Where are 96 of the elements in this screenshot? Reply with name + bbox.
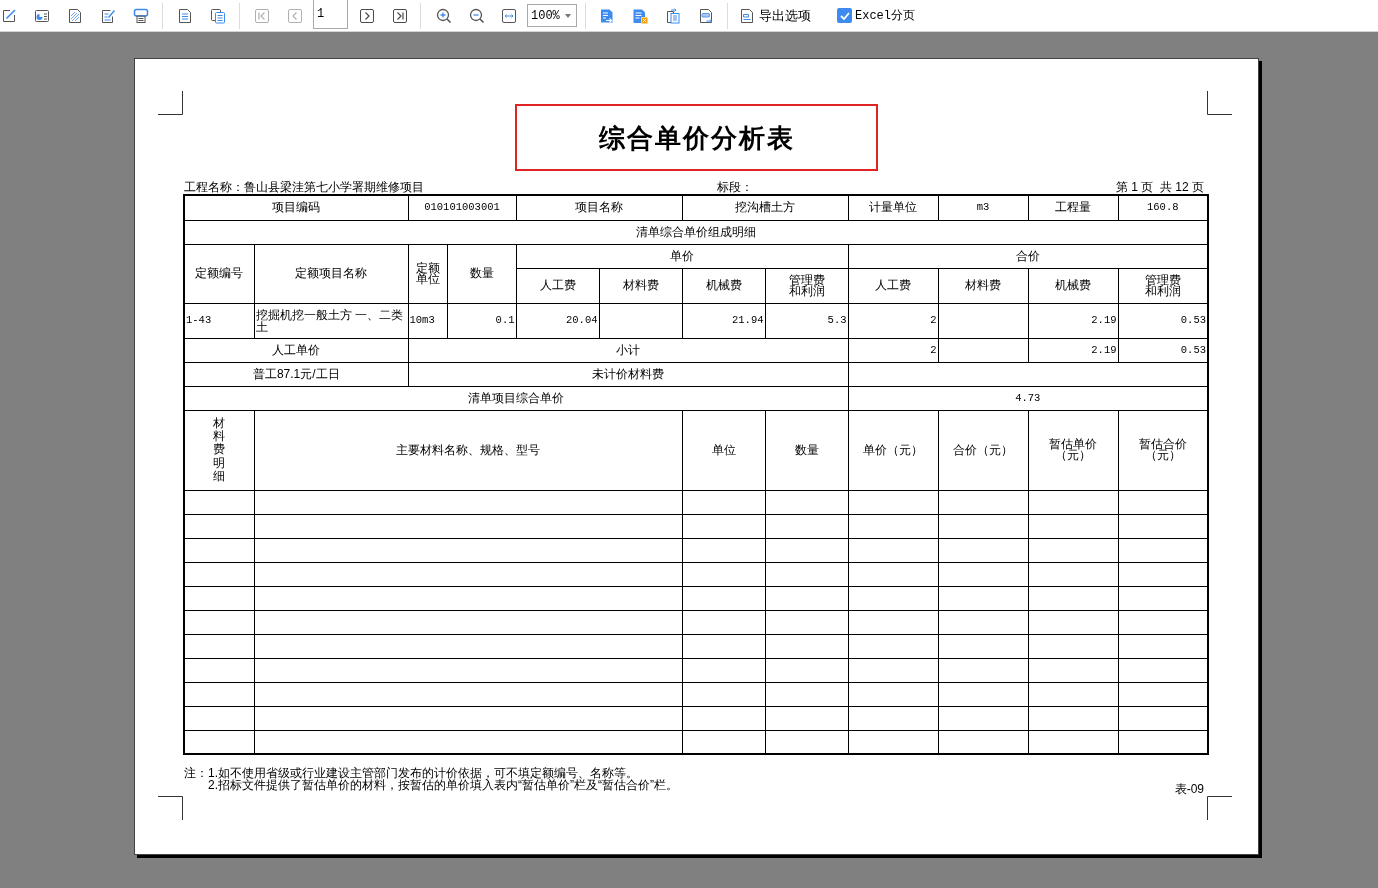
export-button[interactable] — [599, 7, 615, 24]
column-header: 单价（元） — [848, 410, 938, 490]
document-badge-icon — [698, 7, 714, 24]
note-text: 2.招标文件提供了暂估单价的材料，按暂估的单价填入表内“暂估单价”栏及“暂估合价”栏。 — [208, 779, 678, 791]
printer-icon — [133, 7, 149, 24]
hatched-page-icon — [67, 7, 83, 24]
crop-mark — [158, 796, 183, 820]
checkbox[interactable] — [837, 8, 852, 23]
field-label: 计量单位 — [848, 195, 938, 220]
edit-report-button[interactable] — [100, 7, 116, 24]
table-cell: 21.94 — [682, 303, 765, 338]
export-options-button[interactable]: 导出选项 — [739, 5, 811, 26]
table-cell: 10m3 — [408, 303, 447, 338]
zoom-select[interactable]: 100% — [527, 4, 577, 27]
edit-button[interactable] — [1, 7, 17, 24]
row-label: 未计价材料费 — [408, 362, 848, 386]
row-label: 清单项目综合单价 — [184, 386, 848, 410]
table-cell: 20.04 — [516, 303, 599, 338]
zoom-in-icon — [436, 7, 452, 24]
note-label: 注： — [184, 767, 208, 779]
table-cell: 2 — [848, 338, 938, 362]
next-page-icon — [359, 7, 375, 24]
table-cell: 010101003001 — [408, 195, 516, 220]
column-header: 暂估单价（元） — [1028, 410, 1118, 490]
checkmark-icon — [839, 11, 850, 20]
field-label: 项目编码 — [184, 195, 408, 220]
print-button[interactable] — [133, 7, 149, 24]
export-pdf-button[interactable] — [698, 7, 714, 24]
row-label: 人工单价 — [184, 338, 408, 362]
table-cell: 2.19 — [1028, 303, 1118, 338]
chart-document-icon — [34, 7, 50, 24]
table-cell: 0.1 — [447, 303, 516, 338]
column-header: 单位 — [682, 410, 765, 490]
row-label: 小计 — [408, 338, 848, 362]
section-label: 标段： — [717, 180, 754, 194]
crop-mark — [158, 91, 183, 115]
fit-width-icon — [501, 7, 517, 24]
first-page-icon — [254, 7, 270, 24]
page-style-button[interactable] — [67, 7, 83, 24]
project-name: 工程名称：鲁山县梁洼第七小学署期维修项目 — [183, 180, 425, 194]
table-cell: 2 — [848, 303, 938, 338]
note-text: 1.如不使用省级或行业建设主管部门发布的计价依据，可不填定额编号、名称等。 — [208, 767, 638, 779]
column-header: 材料费 — [938, 268, 1028, 303]
page-info: 第 1 页 共 12 页 — [1115, 180, 1205, 194]
document-options-icon — [739, 7, 755, 24]
column-header: 定额编号 — [184, 244, 254, 303]
row-label: 材料费明细 — [184, 410, 254, 490]
field-label: 项目名称 — [516, 195, 682, 220]
previous-page-icon — [287, 7, 303, 24]
last-page-icon — [392, 7, 408, 24]
column-header: 定额单位 — [408, 244, 447, 303]
column-header: 合价（元） — [938, 410, 1028, 490]
column-header: 数量 — [447, 244, 516, 303]
page-number-field[interactable]: 1 — [313, 0, 348, 29]
zoom-in-button[interactable] — [436, 7, 452, 24]
crop-mark — [1207, 91, 1232, 115]
column-header: 人工费 — [848, 268, 938, 303]
edit-icon — [1, 7, 17, 24]
column-header: 定额项目名称 — [254, 244, 408, 303]
form-code: 表-09 — [1174, 783, 1205, 795]
table-cell: 2.19 — [1028, 338, 1118, 362]
column-header: 机械费 — [1028, 268, 1118, 303]
column-header: 主要材料名称、规格、型号 — [254, 410, 682, 490]
last-page-button[interactable] — [392, 7, 408, 24]
table-cell: 1-43 — [184, 303, 254, 338]
document-copy-icon — [665, 7, 681, 24]
column-header: 单价 — [516, 244, 848, 268]
document-arrow-icon — [599, 7, 615, 24]
document-icon — [177, 7, 193, 24]
fit-width-button[interactable] — [501, 7, 517, 24]
document-title: 综合单价分析表 — [598, 122, 795, 153]
excel-paging-toggle[interactable]: Excel分页 — [837, 8, 915, 23]
report-button[interactable] — [34, 7, 50, 24]
copy-pages-icon — [210, 7, 226, 24]
field-label: 工程量 — [1028, 195, 1118, 220]
column-header: 管理费和利润 — [765, 268, 848, 303]
export-copy-button[interactable] — [665, 7, 681, 24]
table-cell: 5.3 — [765, 303, 848, 338]
single-page-button[interactable] — [177, 7, 193, 24]
next-page-button[interactable] — [359, 7, 375, 24]
column-header: 人工费 — [516, 268, 599, 303]
table-cell: 挖沟槽土方 — [682, 195, 848, 220]
table-cell: m3 — [938, 195, 1028, 220]
column-header: 机械费 — [682, 268, 765, 303]
zoom-out-button[interactable] — [469, 7, 485, 24]
table-cell: 普工87.1元/工日 — [184, 362, 408, 386]
caret-down-icon — [565, 13, 571, 18]
zoom-out-icon — [469, 7, 485, 24]
column-header: 数量 — [765, 410, 848, 490]
table-cell: 挖掘机挖一般土方 一、二类土 — [254, 303, 408, 338]
edit-list-icon — [100, 7, 116, 24]
spreadsheet-export-icon — [632, 7, 648, 24]
export-excel-button[interactable] — [632, 7, 648, 24]
crop-mark — [1207, 796, 1232, 820]
multi-page-button[interactable] — [210, 7, 226, 24]
column-header: 材料费 — [599, 268, 682, 303]
